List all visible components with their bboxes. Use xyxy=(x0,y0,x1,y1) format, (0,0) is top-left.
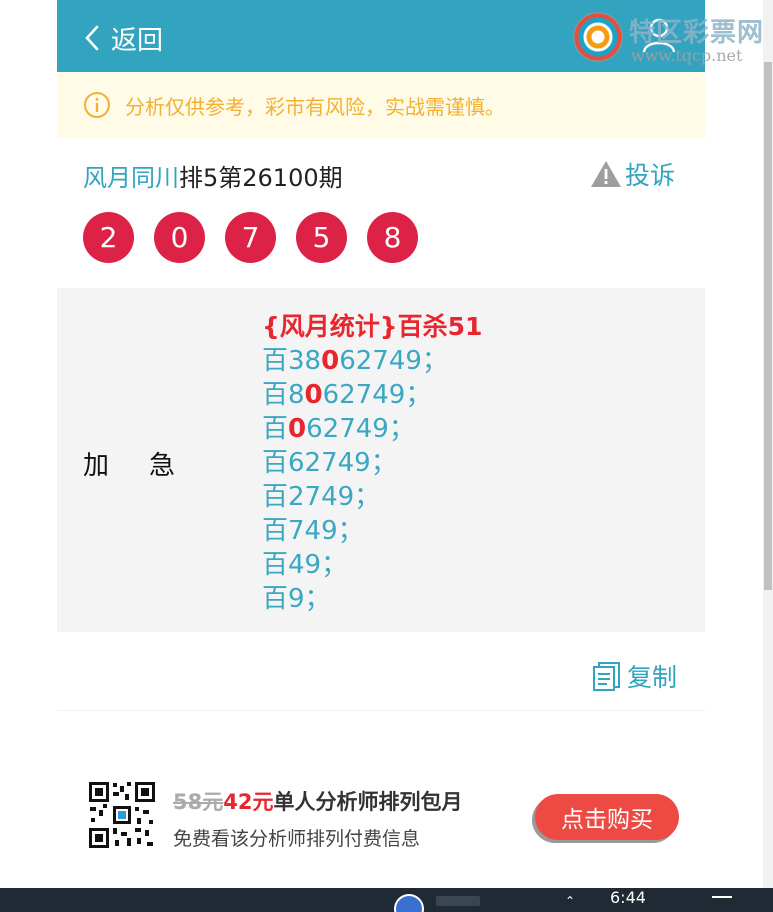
lottery-ball: 8 xyxy=(367,212,418,263)
report-label: 投诉 xyxy=(625,161,676,190)
chevron-left-icon xyxy=(85,25,99,51)
old-price: 58元 xyxy=(173,790,224,814)
line-highlight: 0 xyxy=(304,380,323,410)
browser-taskbar-icon[interactable] xyxy=(394,894,424,912)
analysis-line: 百749； xyxy=(262,514,482,548)
analysis-line: 百9； xyxy=(262,582,482,616)
divider xyxy=(57,710,705,711)
article-title: 风月同川排5第26100期 xyxy=(83,158,343,193)
copy-label: 复制 xyxy=(627,663,678,692)
qr-code-icon xyxy=(87,780,157,850)
new-price: 42元 xyxy=(223,790,274,814)
promo-subtitle: 免费看该分析师排列付费信息 xyxy=(173,828,421,850)
copy-icon xyxy=(593,662,620,691)
copy-button[interactable]: 复制 xyxy=(591,658,677,694)
promo-title: 58元42元单人分析师排列包月 xyxy=(173,786,462,816)
page: 返回 分析仅供参考，彩市有风险，实战需谨慎。 风月同川排5第26100期 投诉 … xyxy=(0,0,773,912)
analysis-content: 加急 {风月统计}百杀51 百38062749； 百8062749； 百0627… xyxy=(57,288,705,632)
info-icon xyxy=(84,92,110,118)
line-text: 百 xyxy=(262,414,289,444)
taskbar-app[interactable] xyxy=(436,896,480,906)
analysis-line: 百2749； xyxy=(262,480,482,514)
risk-notice: 分析仅供参考，彩市有风险，实战需谨慎。 xyxy=(57,72,705,138)
scrollbar-thumb[interactable] xyxy=(764,62,772,590)
tag-char: 加 xyxy=(83,451,110,481)
analysis-line: 百8062749； xyxy=(262,378,482,412)
notification-icon[interactable] xyxy=(712,896,732,902)
warning-icon xyxy=(591,161,621,187)
analysis-lines: {风月统计}百杀51 百38062749； 百8062749； 百062749；… xyxy=(262,310,482,616)
lottery-ball: 0 xyxy=(154,212,205,263)
author-link[interactable]: 风月同川 xyxy=(83,164,179,192)
report-button[interactable]: 投诉 xyxy=(589,156,675,192)
analysis-headline: {风月统计}百杀51 xyxy=(262,312,483,341)
promo-title-text: 单人分析师排列包月 xyxy=(273,790,463,814)
buy-button[interactable]: 点击购买 xyxy=(535,794,679,840)
back-label: 返回 xyxy=(111,25,164,56)
lottery-ball: 7 xyxy=(225,212,276,263)
line-text: 百8 xyxy=(262,380,305,410)
lottery-balls: 2 0 7 5 8 xyxy=(83,212,438,263)
watermark: 特区彩票网 www.tqcp.net xyxy=(573,8,773,68)
line-text: 百2749； xyxy=(262,482,381,512)
notice-text: 分析仅供参考，彩市有风险，实战需谨慎。 xyxy=(125,94,505,119)
line-highlight: 0 xyxy=(321,346,340,376)
os-taskbar: ⌃ 6:44 xyxy=(0,888,773,912)
site-logo-icon xyxy=(573,12,623,62)
issue-subject: 排5第26100期 xyxy=(179,164,343,192)
watermark-url: www.tqcp.net xyxy=(631,46,743,65)
scrollbar[interactable] xyxy=(763,0,773,888)
line-text: 百749； xyxy=(262,516,364,546)
lottery-ball: 2 xyxy=(83,212,134,263)
line-text: 百9； xyxy=(262,584,331,614)
line-highlight: 0 xyxy=(288,414,307,444)
subscription-promo: 58元42元单人分析师排列包月 免费看该分析师排列付费信息 点击购买 xyxy=(57,776,705,856)
line-text: 百38 xyxy=(262,346,322,376)
chevron-up-icon[interactable]: ⌃ xyxy=(565,894,575,908)
watermark-title: 特区彩票网 xyxy=(629,18,765,48)
analysis-line: 百49； xyxy=(262,548,482,582)
tag-char: 急 xyxy=(149,451,176,481)
analysis-line: 百38062749； xyxy=(262,344,482,378)
line-text: 62749； xyxy=(339,346,448,376)
analysis-line: 百62749； xyxy=(262,446,482,480)
lottery-ball: 5 xyxy=(296,212,347,263)
line-text: 百49； xyxy=(262,550,348,580)
back-button[interactable]: 返回 xyxy=(83,18,163,58)
line-text: 62749； xyxy=(322,380,432,410)
line-text: 百62749； xyxy=(262,448,397,478)
clock-time: 6:44 xyxy=(610,888,646,907)
analysis-line: 百062749； xyxy=(262,412,482,446)
urgent-tag: 加急 xyxy=(83,445,175,482)
line-text: 62749； xyxy=(306,414,415,444)
